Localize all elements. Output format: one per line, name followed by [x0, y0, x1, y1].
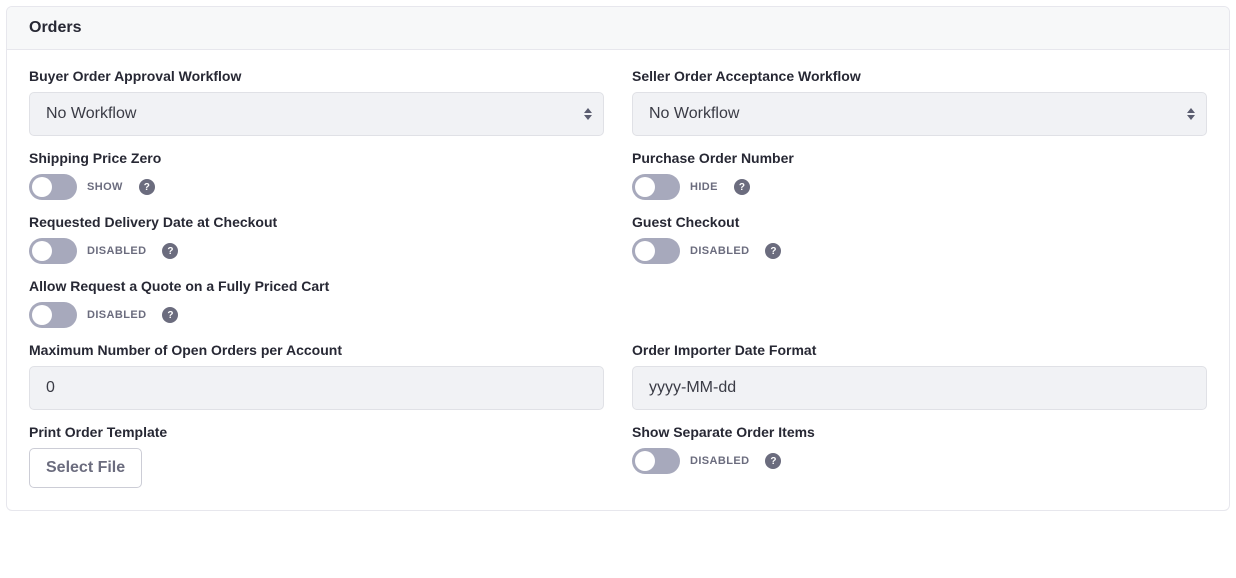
purchase-order-number-state: HIDE [690, 181, 718, 193]
select-file-button-label: Select File [46, 459, 125, 477]
panel-header: Orders [7, 7, 1229, 50]
guest-checkout-toggle[interactable] [632, 238, 680, 264]
requested-delivery-date-state: DISABLED [87, 245, 146, 257]
allow-quote-label: Allow Request a Quote on a Fully Priced … [29, 278, 604, 294]
shipping-price-zero-toggle[interactable] [29, 174, 77, 200]
select-file-button[interactable]: Select File [29, 448, 142, 488]
seller-workflow-label: Seller Order Acceptance Workflow [632, 68, 1207, 84]
buyer-workflow-label: Buyer Order Approval Workflow [29, 68, 604, 84]
separate-order-items-toggle[interactable] [632, 448, 680, 474]
help-icon[interactable]: ? [765, 243, 781, 259]
importer-date-format-label: Order Importer Date Format [632, 342, 1207, 358]
seller-workflow-value: No Workflow [649, 105, 739, 123]
help-icon[interactable]: ? [734, 179, 750, 195]
requested-delivery-date-label: Requested Delivery Date at Checkout [29, 214, 604, 230]
buyer-workflow-value: No Workflow [46, 105, 136, 123]
help-icon[interactable]: ? [162, 307, 178, 323]
separate-order-items-state: DISABLED [690, 455, 749, 467]
requested-delivery-date-toggle[interactable] [29, 238, 77, 264]
max-open-orders-input[interactable]: 0 [29, 366, 604, 410]
purchase-order-number-label: Purchase Order Number [632, 150, 1207, 166]
help-icon[interactable]: ? [765, 453, 781, 469]
allow-quote-state: DISABLED [87, 309, 146, 321]
seller-workflow-select[interactable]: No Workflow [632, 92, 1207, 136]
importer-date-format-value: yyyy-MM-dd [649, 379, 736, 397]
help-icon[interactable]: ? [162, 243, 178, 259]
purchase-order-number-toggle[interactable] [632, 174, 680, 200]
allow-quote-toggle[interactable] [29, 302, 77, 328]
orders-panel: Orders Buyer Order Approval Workflow No … [6, 6, 1230, 511]
guest-checkout-label: Guest Checkout [632, 214, 1207, 230]
help-icon[interactable]: ? [139, 179, 155, 195]
max-open-orders-value: 0 [46, 379, 55, 397]
shipping-price-zero-label: Shipping Price Zero [29, 150, 604, 166]
buyer-workflow-select[interactable]: No Workflow [29, 92, 604, 136]
separate-order-items-label: Show Separate Order Items [632, 424, 1207, 440]
importer-date-format-input[interactable]: yyyy-MM-dd [632, 366, 1207, 410]
panel-body: Buyer Order Approval Workflow No Workflo… [7, 50, 1229, 510]
print-template-label: Print Order Template [29, 424, 604, 440]
guest-checkout-state: DISABLED [690, 245, 749, 257]
panel-title: Orders [29, 19, 1207, 37]
max-open-orders-label: Maximum Number of Open Orders per Accoun… [29, 342, 604, 358]
shipping-price-zero-state: SHOW [87, 181, 123, 193]
